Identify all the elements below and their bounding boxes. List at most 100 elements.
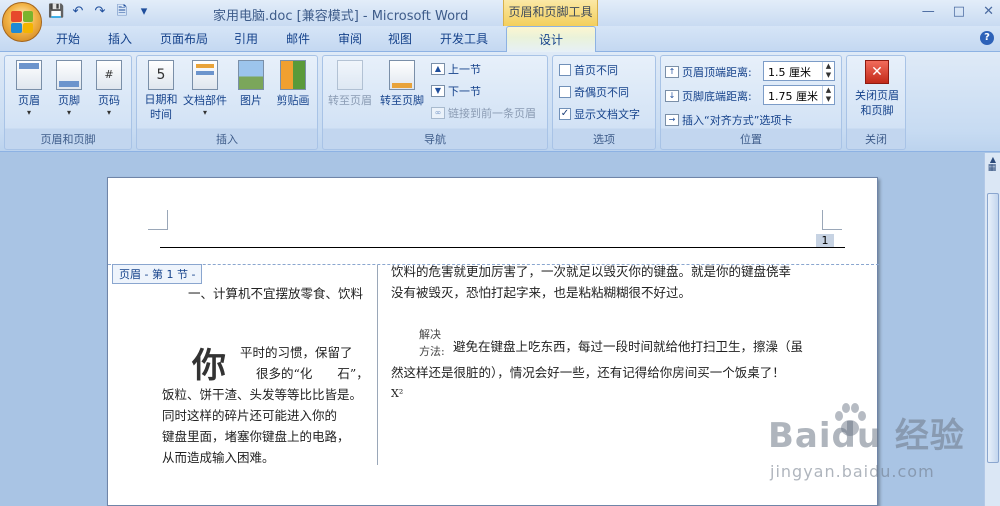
crop-mark bbox=[822, 210, 842, 230]
customize-icon[interactable]: ▾ bbox=[136, 4, 152, 20]
tab-mailings[interactable]: 邮件 bbox=[286, 30, 310, 47]
left-para-line: 很多的“化 石”， bbox=[256, 366, 369, 381]
footer-bottom-distance-input[interactable]: 1.75 厘米 ▲ ▼ bbox=[763, 85, 835, 105]
dropdown-arrow-icon: ▾ bbox=[66, 108, 71, 117]
left-para-line: 键盘里面，堵塞你键盘上的电路， bbox=[162, 429, 350, 444]
office-button[interactable] bbox=[2, 2, 42, 42]
previous-section-button[interactable]: ▲ 上一节 bbox=[431, 61, 481, 77]
footer-position-icon: ↓ bbox=[665, 90, 679, 102]
group-options: 首页不同 奇偶页不同 ✓ 显示文档文字 选项 bbox=[552, 55, 656, 150]
tab-home[interactable]: 开始 bbox=[56, 30, 80, 47]
redo-icon[interactable]: ↷ bbox=[92, 4, 108, 20]
watermark-url: jingyan.baidu.com bbox=[770, 462, 935, 481]
close-header-footer-button[interactable]: ✕ 关闭页眉和页脚 bbox=[849, 60, 905, 118]
right-para-line: 没有被毁灭，恐怕打起字来，也是粘粘糊糊很不好过。 bbox=[391, 285, 692, 300]
tab-page-layout[interactable]: 页面布局 bbox=[160, 30, 208, 47]
help-icon[interactable]: ? bbox=[980, 31, 994, 45]
group-insert: 5 日期和时间 文档部件 ▾ 图片 剪贴画 插入 bbox=[136, 55, 318, 150]
baidu-watermark: Baidu 经验 jingyan.baidu.com bbox=[760, 400, 980, 500]
spinner-arrows-icon[interactable]: ▲ ▼ bbox=[822, 86, 834, 104]
right-para-line: 避免在键盘上吃东西，每过一段时间就给他打扫卫生，擦澡（虽 bbox=[453, 339, 804, 354]
group-label: 关闭 bbox=[865, 133, 887, 146]
footer-button[interactable]: 页脚 ▾ bbox=[47, 60, 91, 117]
group-header-footer: 页眉 ▾ 页脚 ▾ # 页码 ▾ 页眉和页脚 bbox=[4, 55, 132, 150]
maximize-icon[interactable]: □ bbox=[953, 4, 965, 19]
link-icon: ∞ bbox=[431, 107, 445, 119]
different-odd-even-checkbox[interactable]: 奇偶页不同 bbox=[559, 84, 629, 100]
header-icon bbox=[16, 60, 42, 90]
solution-label: 解决 bbox=[419, 328, 441, 341]
previous-section-icon: ▲ bbox=[431, 63, 445, 75]
right-para-line: 然这样还是很脏的），情况会好一些，还有记得给你房间买一个饭桌了！ bbox=[391, 365, 785, 380]
page-number-field[interactable]: 1 bbox=[816, 234, 834, 247]
calendar-clock-icon: 5 bbox=[148, 60, 174, 90]
window-controls: — □ ✕ bbox=[922, 4, 994, 19]
quick-access-toolbar: 💾 ↶ ↷ 🗎 ▾ bbox=[48, 4, 152, 20]
page-number-button[interactable]: # 页码 ▾ bbox=[87, 60, 131, 117]
close-icon[interactable]: ✕ bbox=[983, 4, 994, 19]
header-section-tag: 页眉 - 第 1 节 - bbox=[112, 264, 203, 284]
ribbon: 页眉 ▾ 页脚 ▾ # 页码 ▾ 页眉和页脚 5 日期和时间 文档部件 ▾ 图片 bbox=[0, 52, 1000, 152]
show-document-text-checkbox[interactable]: ✓ 显示文档文字 bbox=[559, 106, 640, 122]
left-para-line: 从而造成输入困难。 bbox=[162, 450, 275, 465]
dropcap: 你 bbox=[192, 346, 226, 386]
tab-developer[interactable]: 开发工具 bbox=[440, 30, 488, 47]
quick-parts-icon bbox=[192, 60, 218, 90]
different-first-page-checkbox[interactable]: 首页不同 bbox=[559, 62, 618, 78]
goto-footer-button[interactable]: 转至页脚 bbox=[377, 60, 427, 108]
save-icon[interactable]: 💾 bbox=[48, 4, 64, 20]
left-para-line: 同时这样的碎片还可能进入你的 bbox=[162, 408, 338, 423]
undo-icon[interactable]: ↶ bbox=[70, 4, 86, 20]
picture-icon bbox=[238, 60, 264, 90]
date-time-button[interactable]: 5 日期和时间 bbox=[139, 60, 183, 122]
header-top-distance-input[interactable]: 1.5 厘米 ▲ ▼ bbox=[763, 61, 835, 81]
footer-bottom-distance-label: ↓ 页脚底端距离: bbox=[665, 88, 752, 104]
tab-design[interactable]: 设计 bbox=[506, 26, 596, 53]
group-navigation: 转至页眉 转至页脚 ▲ 上一节 ▼ 下一节 ∞ 链接到前一条页眉 导航 bbox=[322, 55, 548, 150]
office-logo-icon bbox=[11, 11, 33, 33]
goto-header-button[interactable]: 转至页眉 bbox=[325, 60, 375, 108]
header-button[interactable]: 页眉 ▾ bbox=[7, 60, 51, 117]
next-section-button[interactable]: ▼ 下一节 bbox=[431, 83, 481, 99]
header-position-icon: ↑ bbox=[665, 66, 679, 78]
tab-references[interactable]: 引用 bbox=[234, 30, 258, 47]
checkbox-checked-icon: ✓ bbox=[559, 108, 571, 120]
group-close: ✕ 关闭页眉和页脚 关闭 bbox=[846, 55, 906, 150]
left-heading: 一、计算机不宜摆放零食、饮料 bbox=[188, 286, 364, 301]
ruler-toggle-icon[interactable]: ▦ bbox=[986, 163, 998, 175]
checkbox-unchecked-icon bbox=[559, 64, 571, 76]
header-top-distance-label: ↑ 页眉顶端距离: bbox=[665, 64, 752, 80]
checkbox-unchecked-icon bbox=[559, 86, 571, 98]
link-to-previous-button[interactable]: ∞ 链接到前一条页眉 bbox=[431, 105, 536, 121]
group-label: 位置 bbox=[740, 133, 762, 146]
vertical-scrollbar[interactable]: ▲ bbox=[984, 153, 1000, 506]
dropdown-arrow-icon: ▾ bbox=[202, 108, 207, 117]
solution-label: 方法: bbox=[419, 345, 445, 358]
print-preview-icon[interactable]: 🗎 bbox=[114, 4, 130, 20]
tab-view[interactable]: 视图 bbox=[388, 30, 412, 47]
alignment-tab-icon: → bbox=[665, 114, 679, 126]
clip-art-button[interactable]: 剪贴画 bbox=[271, 60, 315, 108]
left-para-line: 饭粒、饼干渣、头发等等比比皆是。 bbox=[162, 387, 363, 402]
group-label: 导航 bbox=[424, 133, 446, 146]
column-divider bbox=[377, 265, 378, 465]
contextual-tab-title: 页眉和页脚工具 bbox=[503, 0, 598, 26]
watermark-brand: Baidu 经验 bbox=[768, 416, 965, 456]
right-para-line: 饮料的危害就更加厉害了，一次就足以毁灭你的键盘。就是你的键盘侥幸 bbox=[391, 264, 792, 279]
clip-art-icon bbox=[280, 60, 306, 90]
tab-insert[interactable]: 插入 bbox=[108, 30, 132, 47]
scroll-thumb[interactable] bbox=[987, 193, 999, 463]
window-title: 家用电脑.doc [兼容模式] - Microsoft Word bbox=[213, 9, 469, 24]
footer-icon bbox=[56, 60, 82, 90]
title-bar: 💾 ↶ ↷ 🗎 ▾ 家用电脑.doc [兼容模式] - Microsoft Wo… bbox=[0, 0, 1000, 26]
next-section-icon: ▼ bbox=[431, 85, 445, 97]
group-position: ↑ 页眉顶端距离: 1.5 厘米 ▲ ▼ ↓ 页脚底端距离: 1.75 厘米 ▲ ▼… bbox=[660, 55, 842, 150]
picture-button[interactable]: 图片 bbox=[229, 60, 273, 108]
spinner-arrows-icon[interactable]: ▲ ▼ bbox=[822, 62, 834, 80]
left-para-line: 平时的习惯，保留了 bbox=[240, 345, 353, 360]
quick-parts-button[interactable]: 文档部件 ▾ bbox=[183, 60, 227, 117]
minimize-icon[interactable]: — bbox=[922, 4, 935, 19]
insert-alignment-tab-button[interactable]: → 插入“对齐方式”选项卡 bbox=[665, 112, 792, 128]
dropdown-arrow-icon: ▾ bbox=[26, 108, 31, 117]
tab-review[interactable]: 审阅 bbox=[338, 30, 362, 47]
